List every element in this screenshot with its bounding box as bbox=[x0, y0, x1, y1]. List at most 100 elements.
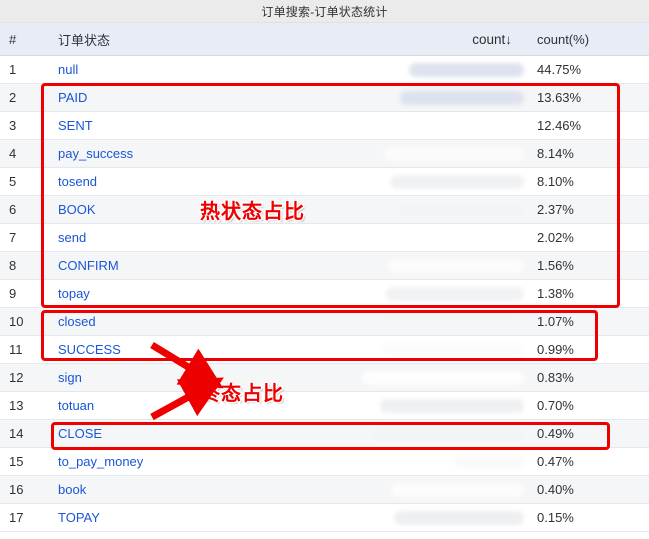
row-count-percent: 44.75% bbox=[537, 62, 582, 77]
row-status-link[interactable]: CLOSE bbox=[41, 426, 380, 441]
column-header-count-pct[interactable]: count(%) bbox=[530, 32, 649, 47]
row-count-cell bbox=[380, 280, 530, 308]
table-row[interactable]: 14 CLOSE 0.49% bbox=[0, 420, 649, 448]
row-status-link[interactable]: sign bbox=[41, 370, 380, 385]
row-count-percent: 0.70% bbox=[537, 398, 574, 413]
row-index: 17 bbox=[9, 510, 24, 525]
table-row[interactable]: 12 sign 0.83% bbox=[0, 364, 649, 392]
row-count-percent: 2.02% bbox=[537, 230, 574, 245]
row-status-link[interactable]: book bbox=[41, 482, 380, 497]
row-index: 16 bbox=[9, 482, 24, 497]
table-row[interactable]: 6 BOOK 2.37% bbox=[0, 196, 649, 224]
row-index: 10 bbox=[9, 314, 24, 329]
row-status-link[interactable]: closed bbox=[41, 314, 380, 329]
row-count-cell bbox=[380, 84, 530, 112]
row-status-link[interactable]: tosend bbox=[41, 174, 380, 189]
row-count-cell bbox=[380, 224, 530, 252]
row-index: 7 bbox=[9, 230, 17, 245]
row-count-cell bbox=[380, 476, 530, 504]
row-index: 1 bbox=[9, 62, 17, 77]
row-count-percent: 1.07% bbox=[537, 314, 574, 329]
row-index: 9 bbox=[9, 286, 17, 301]
column-header-index[interactable]: # bbox=[0, 32, 41, 47]
redacted-count-value bbox=[386, 286, 524, 301]
row-count-percent: 8.14% bbox=[537, 146, 574, 161]
row-count-percent: 0.49% bbox=[537, 426, 574, 441]
row-index: 2 bbox=[9, 90, 17, 105]
window-title-bar: 订单搜索-订单状态统计 bbox=[0, 0, 649, 23]
column-header-count[interactable]: count↓ bbox=[380, 23, 530, 56]
row-index: 13 bbox=[9, 398, 24, 413]
row-count-cell bbox=[380, 56, 530, 84]
table-row[interactable]: 3 SENT 12.46% bbox=[0, 112, 649, 140]
table-row[interactable]: 1 null 44.75% bbox=[0, 56, 649, 84]
row-count-percent: 2.37% bbox=[537, 202, 574, 217]
row-count-cell bbox=[372, 420, 530, 448]
row-status-link[interactable]: totuan bbox=[41, 398, 380, 413]
row-count-cell bbox=[380, 448, 530, 476]
row-count-percent: 0.83% bbox=[537, 370, 574, 385]
table-header-row: # 订单状态 count↓ count(%) bbox=[0, 23, 649, 56]
table-row[interactable]: 13 totuan 0.70% bbox=[0, 392, 649, 420]
row-count-percent: 1.56% bbox=[537, 258, 574, 273]
table-row[interactable]: 9 topay 1.38% bbox=[0, 280, 649, 308]
table-row[interactable]: 17 TOPAY 0.15% bbox=[0, 504, 649, 532]
row-count-cell bbox=[378, 308, 530, 336]
row-count-cell bbox=[362, 364, 530, 392]
row-count-percent: 12.46% bbox=[537, 118, 582, 133]
table-row[interactable]: 5 tosend 8.10% bbox=[0, 168, 649, 196]
table-row[interactable]: 7 send 2.02% bbox=[0, 224, 649, 252]
row-count-percent: 0.40% bbox=[537, 482, 574, 497]
page-title: 订单搜索-订单状态统计 bbox=[261, 4, 388, 19]
redacted-count-value bbox=[378, 314, 524, 329]
row-index: 6 bbox=[9, 202, 17, 217]
redacted-count-value bbox=[391, 482, 524, 497]
redacted-count-value bbox=[380, 398, 524, 413]
redacted-count-value bbox=[396, 202, 524, 217]
row-count-percent: 1.38% bbox=[537, 286, 574, 301]
row-index: 4 bbox=[9, 146, 17, 161]
row-status-link[interactable]: SUCCESS bbox=[41, 342, 380, 357]
redacted-count-value bbox=[400, 90, 524, 105]
row-status-link[interactable]: SENT bbox=[41, 118, 380, 133]
redacted-count-value bbox=[454, 454, 524, 469]
row-index: 12 bbox=[9, 370, 24, 385]
row-status-link[interactable]: TOPAY bbox=[41, 510, 380, 525]
row-count-cell bbox=[380, 112, 530, 140]
row-status-link[interactable]: null bbox=[41, 62, 380, 77]
table-body: 1 null 44.75% 2 PAID 13.63% 3 SENT 12.46% 4 pay_su… bbox=[0, 56, 649, 532]
table-row[interactable]: 10 closed 1.07% bbox=[0, 308, 649, 336]
row-count-cell bbox=[380, 140, 530, 168]
table-row[interactable]: 4 pay_success 8.14% bbox=[0, 140, 649, 168]
row-count-percent: 0.15% bbox=[537, 510, 574, 525]
row-index: 8 bbox=[9, 258, 17, 273]
row-status-link[interactable]: pay_success bbox=[41, 146, 380, 161]
row-status-link[interactable]: to_pay_money bbox=[41, 454, 380, 469]
row-count-cell bbox=[380, 392, 530, 420]
row-status-link[interactable]: CONFIRM bbox=[41, 258, 380, 273]
table-row[interactable]: 16 book 0.40% bbox=[0, 476, 649, 504]
row-count-cell bbox=[380, 252, 530, 280]
redacted-count-value bbox=[372, 426, 524, 441]
redacted-count-value bbox=[388, 258, 524, 273]
row-index: 15 bbox=[9, 454, 24, 469]
row-status-link[interactable]: BOOK bbox=[41, 202, 380, 217]
table-row[interactable]: 11 SUCCESS 0.99% bbox=[0, 336, 649, 364]
table-row[interactable]: 2 PAID 13.63% bbox=[0, 84, 649, 112]
row-status-link[interactable]: PAID bbox=[41, 90, 380, 105]
table-row[interactable]: 15 to_pay_money 0.47% bbox=[0, 448, 649, 476]
redacted-count-value bbox=[384, 146, 524, 161]
redacted-count-value bbox=[390, 174, 524, 189]
row-status-link[interactable]: topay bbox=[41, 286, 380, 301]
table-row[interactable]: 8 CONFIRM 1.56% bbox=[0, 252, 649, 280]
row-count-percent: 0.47% bbox=[537, 454, 574, 469]
redacted-count-value bbox=[409, 62, 524, 77]
redacted-count-value bbox=[382, 342, 524, 357]
row-count-cell bbox=[380, 168, 530, 196]
row-count-percent: 0.99% bbox=[537, 342, 574, 357]
row-count-percent: 13.63% bbox=[537, 90, 582, 105]
column-header-status[interactable]: 订单状态 bbox=[41, 30, 380, 49]
redacted-count-value bbox=[394, 510, 524, 525]
row-status-link[interactable]: send bbox=[41, 230, 380, 245]
status-stats-table: # 订单状态 count↓ count(%) 1 null 44.75% 2 PAID 1… bbox=[0, 23, 649, 532]
